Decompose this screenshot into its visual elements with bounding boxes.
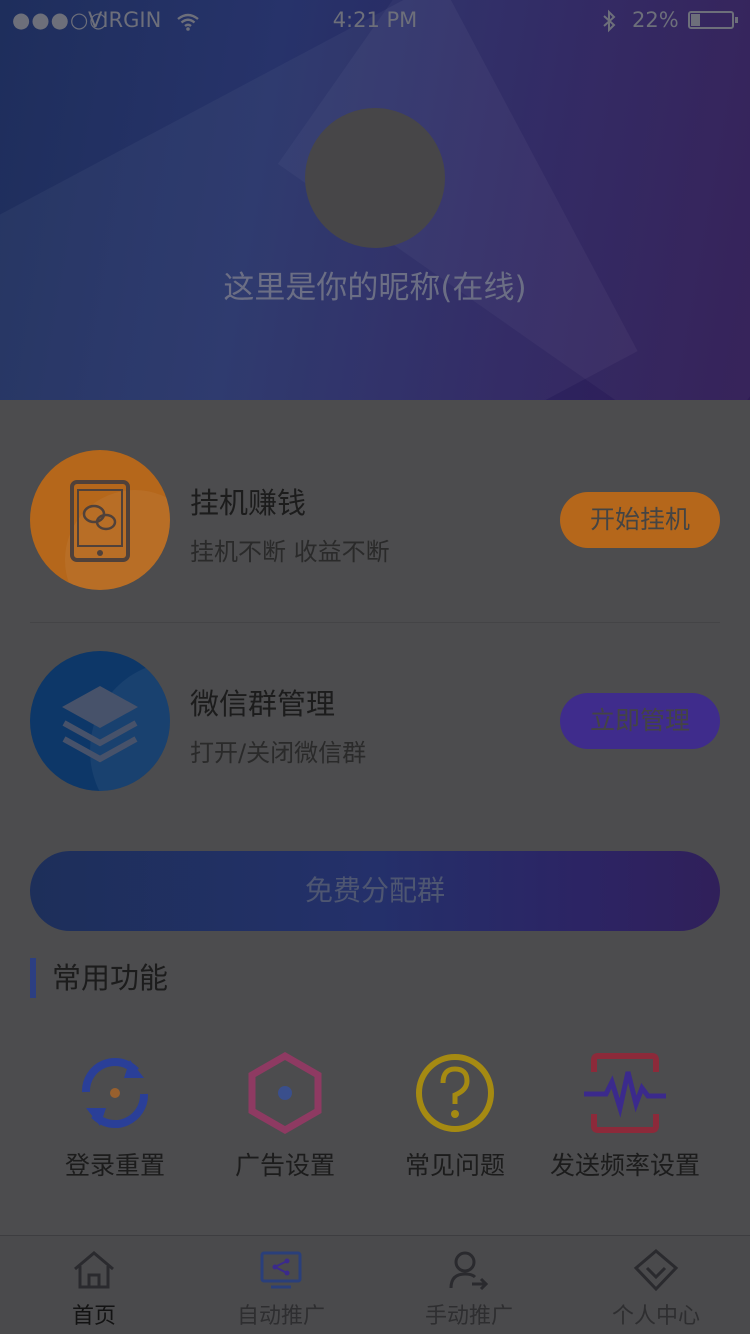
tab-bar: 首页 自动推广 手动推广 个人中心: [0, 1235, 750, 1334]
tab-manual-promote[interactable]: 手动推广: [375, 1248, 563, 1330]
battery-fill: [691, 14, 700, 26]
card-title: 挂机赚钱: [190, 486, 307, 520]
card-hangup: 挂机赚钱 挂机不断 收益不断 开始挂机: [0, 450, 750, 620]
nickname: 这里是你的昵称(在线): [223, 270, 527, 306]
battery-percent: 22%: [632, 8, 679, 32]
home-icon: [74, 1251, 114, 1289]
ad-settings-item[interactable]: 广告设置: [200, 1048, 370, 1182]
diamond-icon: [633, 1249, 679, 1292]
tab-label: 首页: [71, 1304, 116, 1329]
section-title: 常用功能: [30, 958, 168, 998]
profile-header: ●●●○○ VIRGIN 4:21 PM 22% 这里是你的昵称(在线): [0, 0, 750, 400]
tablet-wechat-icon: [30, 450, 170, 590]
share-screen-icon: [260, 1251, 302, 1289]
faq-item[interactable]: 常见问题: [370, 1048, 540, 1182]
free-assign-group-button[interactable]: 免费分配群: [30, 851, 720, 931]
tab-home[interactable]: 首页: [0, 1248, 188, 1330]
function-label: 登录重置: [64, 1151, 165, 1180]
start-hangup-button[interactable]: 开始挂机: [560, 492, 720, 548]
bluetooth-icon: [600, 0, 618, 40]
divider: [30, 622, 720, 623]
tab-personal-center[interactable]: 个人中心: [562, 1248, 750, 1330]
card-wechat-group: 微信群管理 打开/关闭微信群 立即管理: [0, 651, 750, 821]
card-subtitle: 挂机不断 收益不断: [190, 538, 390, 566]
function-label: 发送频率设置: [549, 1151, 700, 1180]
pulse-icon: [584, 1053, 666, 1133]
send-frequency-item[interactable]: 发送频率设置: [540, 1048, 710, 1182]
hexagon-icon: [248, 1051, 322, 1135]
function-label: 常见问题: [404, 1151, 505, 1180]
battery-nub: [735, 17, 738, 23]
battery-icon: [688, 11, 738, 29]
card-subtitle: 打开/关闭微信群: [190, 739, 367, 767]
card-title: 微信群管理: [190, 687, 336, 721]
refresh-icon: [81, 1058, 149, 1128]
manage-now-button[interactable]: 立即管理: [560, 693, 720, 749]
tab-label: 手动推广: [424, 1304, 513, 1329]
tab-label: 自动推广: [236, 1304, 325, 1329]
user-arrow-icon: [449, 1251, 489, 1291]
layers-icon: [30, 651, 170, 791]
tab-label: 个人中心: [611, 1304, 700, 1329]
avatar[interactable]: [305, 108, 445, 248]
tab-auto-promote[interactable]: 自动推广: [187, 1248, 375, 1330]
login-reset-item[interactable]: 登录重置: [30, 1048, 200, 1182]
question-icon: [416, 1054, 494, 1132]
function-label: 广告设置: [234, 1151, 335, 1180]
status-bar: ●●●○○ VIRGIN 4:21 PM 22%: [0, 0, 750, 40]
